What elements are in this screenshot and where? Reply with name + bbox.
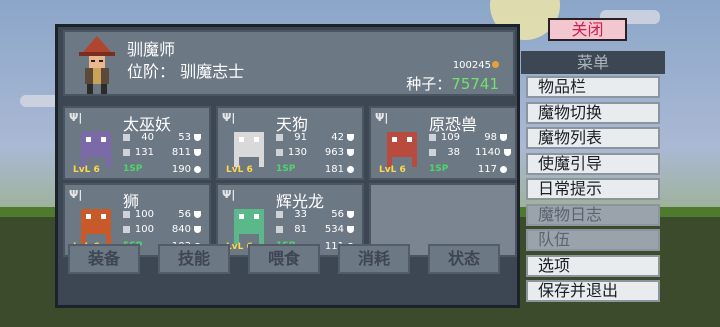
menu-item[interactable]: 使魔引导 bbox=[526, 152, 660, 175]
sword-icon bbox=[276, 133, 283, 141]
cloud bbox=[20, 95, 60, 107]
close-button[interactable]: 关闭 bbox=[548, 18, 627, 41]
sword-icon bbox=[123, 133, 130, 141]
menu-item[interactable]: 日常提示 bbox=[526, 178, 660, 200]
tamer-avatar bbox=[79, 36, 115, 94]
sword-icon bbox=[123, 210, 130, 218]
menu-item[interactable]: 保存并退出 bbox=[526, 280, 660, 302]
menu-item[interactable]: 物品栏 bbox=[526, 76, 660, 98]
sword-icon bbox=[276, 210, 283, 218]
monster-attack: 33 bbox=[276, 209, 307, 220]
menu-item: 队伍 bbox=[526, 229, 660, 251]
monster-hp: 190 bbox=[169, 164, 203, 175]
monster-attack: 109 bbox=[429, 132, 460, 143]
monster-attack: 100 bbox=[123, 209, 154, 220]
monster-sp: 1SP bbox=[123, 164, 143, 174]
monster-defense: 56 bbox=[169, 209, 203, 220]
monster-magic-defense: 811 bbox=[169, 147, 203, 158]
tab-consume[interactable]: 消耗 bbox=[338, 244, 410, 274]
monster-magic: 81 bbox=[276, 224, 307, 235]
monster-magic-defense: 534 bbox=[322, 224, 356, 235]
tamer-rank: 位阶： 驯魔志士 bbox=[127, 62, 245, 81]
monster-defense: 42 bbox=[322, 132, 356, 143]
monster-sp: 1SP bbox=[276, 164, 296, 174]
monster-defense: 56 bbox=[322, 209, 356, 220]
gold-coin-icon bbox=[492, 61, 499, 68]
seeds-amount: 种子：75741 bbox=[406, 75, 499, 93]
monster-level: LvL 6 bbox=[226, 165, 253, 175]
sword-icon bbox=[429, 133, 436, 141]
staff-icon bbox=[123, 225, 130, 233]
egg-icon bbox=[194, 165, 202, 173]
tab-feed[interactable]: 喂食 bbox=[248, 244, 320, 274]
staff-icon bbox=[123, 148, 130, 156]
gold-amount: 100245 bbox=[453, 60, 499, 71]
egg-icon bbox=[500, 165, 508, 173]
monster-attack: 91 bbox=[276, 132, 307, 143]
shield-icon bbox=[194, 148, 202, 156]
monster-card[interactable]: Ψ| 太巫妖 40 53 131 811 LvL 6 1SP 190 bbox=[63, 106, 211, 180]
monster-magic: 130 bbox=[276, 147, 307, 158]
monster-defense: 98 bbox=[475, 132, 509, 143]
monster-card[interactable]: Ψ| 原恐兽 109 98 38 1140 LvL 6 1SP 117 bbox=[369, 106, 517, 180]
shield-icon bbox=[503, 148, 511, 156]
monster-magic-defense: 963 bbox=[322, 147, 356, 158]
monster-magic: 100 bbox=[123, 224, 154, 235]
tab-status[interactable]: 状态 bbox=[428, 244, 500, 274]
monster-hp: 181 bbox=[322, 164, 356, 175]
tab-skills[interactable]: 技能 bbox=[158, 244, 230, 274]
shield-icon bbox=[347, 225, 355, 233]
menu-item[interactable]: 魔物切换 bbox=[526, 101, 660, 124]
shield-icon bbox=[347, 210, 355, 218]
monster-sp: 1SP bbox=[429, 164, 449, 174]
monster-magic-defense: 1140 bbox=[475, 147, 513, 158]
staff-icon bbox=[429, 148, 436, 156]
shield-icon bbox=[194, 225, 202, 233]
shield-icon bbox=[347, 148, 355, 156]
menu-item[interactable]: 魔物列表 bbox=[526, 127, 660, 149]
monster-level: LvL 6 bbox=[379, 165, 406, 175]
monster-hp: 117 bbox=[475, 164, 509, 175]
menu-title: 菜单 bbox=[521, 51, 665, 74]
shield-icon bbox=[194, 133, 202, 141]
monster-level: LvL 6 bbox=[73, 165, 100, 175]
tab-equipment[interactable]: 装备 bbox=[68, 244, 140, 274]
monster-card[interactable]: Ψ| 天狗 91 42 130 963 LvL 6 1SP 181 bbox=[216, 106, 364, 180]
tamer-title: 驯魔师 bbox=[127, 40, 176, 59]
monster-defense: 53 bbox=[169, 132, 203, 143]
shield-icon bbox=[194, 210, 202, 218]
egg-icon bbox=[347, 165, 355, 173]
monster-magic-defense: 840 bbox=[169, 224, 203, 235]
tamer-header: 驯魔师 位阶： 驯魔志士 100245 种子：75741 bbox=[63, 30, 515, 96]
menu-item: 魔物日志 bbox=[526, 203, 660, 226]
staff-icon bbox=[276, 148, 283, 156]
monster-attack: 40 bbox=[123, 132, 154, 143]
menu-item[interactable]: 选项 bbox=[526, 254, 660, 277]
monster-magic: 38 bbox=[429, 147, 460, 158]
monster-magic: 131 bbox=[123, 147, 154, 158]
shield-icon bbox=[347, 133, 355, 141]
shield-icon bbox=[500, 133, 508, 141]
staff-icon bbox=[276, 225, 283, 233]
